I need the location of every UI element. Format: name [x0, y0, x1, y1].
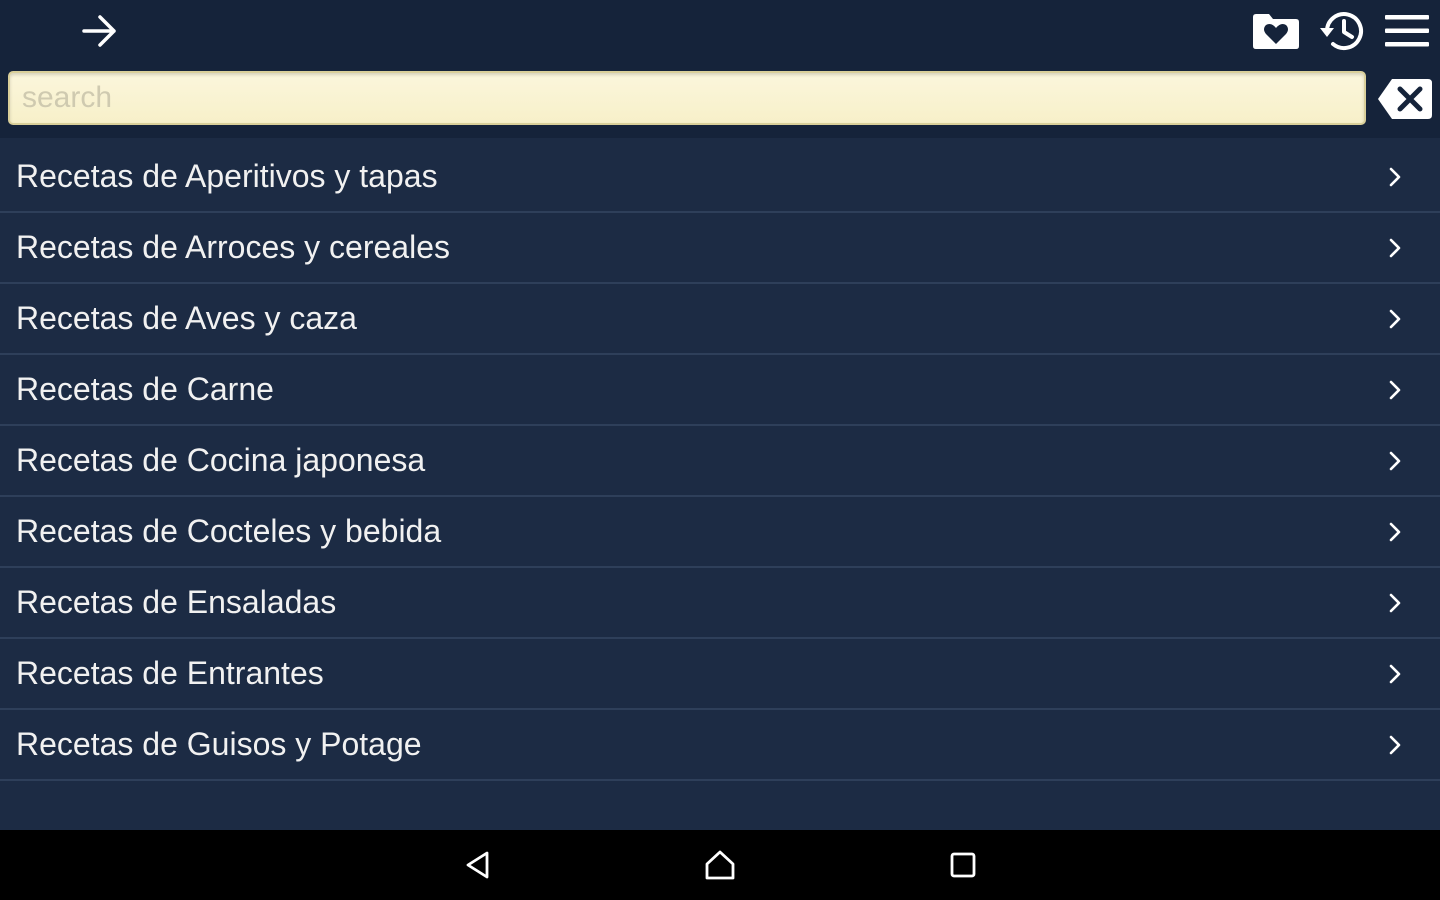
hamburger-menu-icon: [1385, 15, 1429, 47]
list-item-label: Recetas de Guisos y Potage: [16, 726, 422, 762]
chevron-right-icon: [1389, 735, 1401, 755]
history-button[interactable]: [1312, 4, 1372, 58]
list-item[interactable]: Recetas de Guisos y Potage: [0, 710, 1440, 781]
list-item[interactable]: Recetas de Ensaladas: [0, 568, 1440, 639]
list-item-label: Recetas de Cocina japonesa: [16, 442, 426, 478]
app-bar: [0, 0, 1440, 62]
nav-home-button[interactable]: [694, 840, 746, 890]
search-input[interactable]: [8, 71, 1366, 125]
chevron-right-icon: [1389, 593, 1401, 613]
list-item[interactable]: Recetas de Cocina japonesa: [0, 426, 1440, 497]
list-item-label: Recetas de Cocteles y bebida: [16, 513, 442, 549]
chevron-right-icon: [1389, 167, 1401, 187]
chevron-right-icon: [1389, 522, 1401, 542]
list-item[interactable]: Recetas de Aves y caza: [0, 284, 1440, 355]
chevron-right-icon: [1389, 664, 1401, 684]
chevron-right-icon: [1389, 451, 1401, 471]
chevron-right-icon: [1389, 309, 1401, 329]
list-item-label: Recetas de Ensaladas: [16, 584, 337, 620]
home-icon: [705, 850, 735, 880]
list-item-label: Recetas de Entrantes: [16, 655, 324, 691]
menu-button[interactable]: [1378, 6, 1436, 56]
arrow-right-icon: [82, 15, 116, 47]
heart-folder-icon: [1253, 14, 1299, 49]
list-item-label: Recetas de Carne: [16, 371, 274, 407]
list-item-label: Recetas de Aperitivos y tapas: [16, 158, 438, 194]
category-list: Recetas de Aperitivos y tapas Recetas de…: [0, 142, 1440, 781]
nav-recents-button[interactable]: [937, 840, 989, 890]
recents-square-icon: [950, 852, 976, 878]
clear-search-button[interactable]: [1376, 77, 1434, 121]
chevron-right-icon: [1389, 238, 1401, 258]
nav-back-button[interactable]: [452, 840, 504, 890]
chevron-right-icon: [1389, 380, 1401, 400]
system-nav-bar: [0, 830, 1440, 900]
list-item[interactable]: Recetas de Entrantes: [0, 639, 1440, 710]
list-item[interactable]: Recetas de Aperitivos y tapas: [0, 142, 1440, 213]
favorites-button[interactable]: [1246, 6, 1306, 56]
list-item[interactable]: Recetas de Cocteles y bebida: [0, 497, 1440, 568]
history-icon: [1320, 12, 1363, 50]
backspace-clear-icon: [1378, 79, 1432, 119]
back-triangle-icon: [466, 851, 489, 879]
list-item[interactable]: Recetas de Arroces y cereales: [0, 213, 1440, 284]
list-item[interactable]: Recetas de Carne: [0, 355, 1440, 426]
app-screen: Recetas de Aperitivos y tapas Recetas de…: [0, 0, 1440, 900]
list-item-label: Recetas de Arroces y cereales: [16, 229, 450, 265]
forward-button[interactable]: [72, 6, 128, 56]
list-item-label: Recetas de Aves y caza: [16, 300, 357, 336]
search-bar: [0, 62, 1440, 138]
